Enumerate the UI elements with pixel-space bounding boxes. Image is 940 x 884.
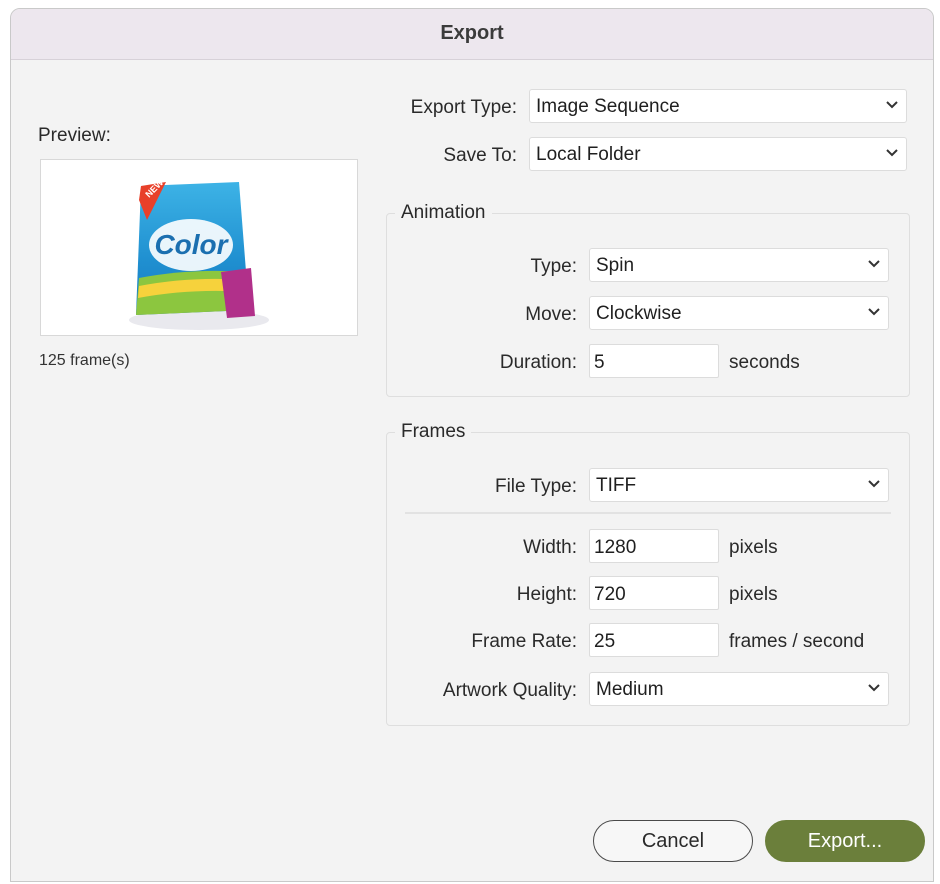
- width-unit: pixels: [729, 537, 778, 558]
- artwork-quality-value: Medium: [596, 679, 664, 700]
- animation-type-value: Spin: [596, 255, 635, 276]
- preview-image: Color NEW: [40, 159, 358, 336]
- chevron-down-icon: [886, 149, 898, 157]
- dialog-title: Export: [440, 22, 504, 44]
- title-bar: Export: [11, 9, 933, 60]
- package-brand-text: Color: [154, 229, 229, 260]
- duration-input[interactable]: 5: [589, 344, 719, 378]
- cancel-button[interactable]: Cancel: [593, 820, 753, 862]
- animation-type-label: Type:: [530, 256, 577, 277]
- width-label: Width:: [523, 537, 577, 558]
- move-label: Move:: [525, 304, 577, 325]
- chevron-down-icon: [886, 101, 898, 109]
- frame-rate-value: 25: [594, 631, 616, 652]
- frames-divider: [405, 512, 891, 514]
- move-value: Clockwise: [596, 303, 682, 324]
- save-to-label: Save To:: [443, 145, 517, 166]
- export-dialog: Export Preview: Color NEW 125 frame(s) E…: [10, 8, 934, 882]
- width-value: 1280: [594, 537, 637, 558]
- width-input[interactable]: 1280: [589, 529, 719, 563]
- export-button[interactable]: Export...: [765, 820, 925, 862]
- animation-type-select[interactable]: Spin: [589, 248, 889, 282]
- frame-count: 125 frame(s): [39, 352, 130, 369]
- frame-rate-label: Frame Rate:: [471, 631, 577, 652]
- frame-rate-input[interactable]: 25: [589, 623, 719, 657]
- chevron-down-icon: [868, 308, 880, 316]
- preview-label: Preview:: [38, 125, 111, 146]
- file-type-label: File Type:: [494, 476, 577, 497]
- duration-value: 5: [594, 352, 605, 373]
- frame-rate-unit: frames / second: [729, 631, 865, 652]
- frames-group-title: Frames: [395, 421, 472, 443]
- height-label: Height:: [516, 584, 577, 605]
- save-to-value: Local Folder: [536, 144, 641, 165]
- height-input[interactable]: 720: [589, 576, 719, 610]
- duration-label: Duration:: [499, 352, 577, 373]
- file-type-value: TIFF: [596, 475, 637, 496]
- animation-group-title: Animation: [395, 202, 492, 224]
- height-unit: pixels: [729, 584, 778, 605]
- save-to-select[interactable]: Local Folder: [529, 137, 907, 171]
- move-select[interactable]: Clockwise: [589, 296, 889, 330]
- file-type-select[interactable]: TIFF: [589, 468, 889, 502]
- artwork-quality-select[interactable]: Medium: [589, 672, 889, 706]
- duration-unit: seconds: [729, 352, 800, 373]
- export-type-select[interactable]: Image Sequence: [529, 89, 907, 123]
- chevron-down-icon: [868, 260, 880, 268]
- height-value: 720: [594, 584, 626, 605]
- export-type-label: Export Type:: [410, 97, 517, 118]
- product-package-image: Color NEW: [129, 177, 269, 330]
- export-type-value: Image Sequence: [536, 96, 680, 117]
- artwork-quality-label: Artwork Quality:: [442, 680, 577, 701]
- chevron-down-icon: [868, 480, 880, 488]
- chevron-down-icon: [868, 684, 880, 692]
